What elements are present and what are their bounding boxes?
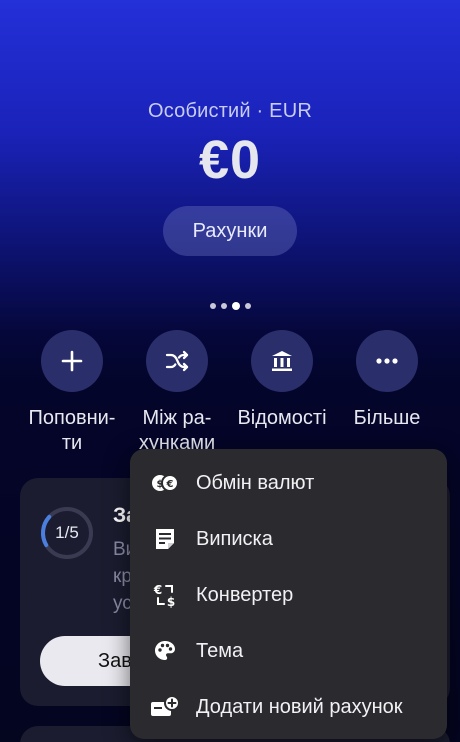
page-dot — [220, 303, 227, 309]
menu-item-converter[interactable]: € $ Конвертер — [130, 567, 447, 623]
action-more[interactable]: Більше — [332, 330, 442, 431]
action-top-up[interactable]: Поповни- ти — [17, 330, 127, 456]
svg-text:$: $ — [167, 595, 175, 608]
converter-icon: € $ — [150, 580, 180, 610]
action-label: Відомості — [227, 406, 337, 431]
balance-amount: €0 — [198, 130, 262, 190]
menu-item-currency-exchange[interactable]: $ € Обмін валют — [130, 455, 447, 511]
action-circle[interactable] — [356, 330, 418, 392]
menu-item-theme[interactable]: Тема — [130, 623, 447, 679]
menu-item-label: Виписка — [196, 527, 273, 550]
accounts-button[interactable]: Рахунки — [163, 206, 297, 256]
action-label: Поповни- ти — [17, 406, 127, 456]
more-menu: $ € Обмін валют Виписка € $ Конвертер Те… — [130, 449, 447, 739]
account-header: Особистий · EUR €0 — [0, 100, 460, 191]
shuffle-icon — [165, 350, 189, 372]
action-circle[interactable] — [41, 330, 103, 392]
progress-text: 1/5 — [55, 523, 79, 542]
action-label-line: ти — [61, 432, 83, 454]
menu-item-label: Додати новий рахунок — [196, 695, 403, 718]
menu-item-add-account[interactable]: Додати новий рахунок — [130, 679, 447, 735]
menu-item-label: Тема — [196, 639, 244, 662]
svg-text:$: $ — [157, 479, 164, 490]
bank-icon — [272, 351, 292, 371]
statement-icon — [150, 524, 180, 554]
action-label-line: Більше — [353, 407, 421, 429]
currency-exchange-icon: $ € — [150, 468, 180, 498]
page-dot — [244, 303, 251, 309]
action-transfer-between-accounts[interactable]: Між ра- хунками — [122, 330, 232, 456]
plus-icon — [61, 350, 83, 372]
page-dot — [209, 303, 216, 309]
page-dot-active — [231, 302, 240, 310]
action-details[interactable]: Відомості — [227, 330, 337, 431]
svg-text:€: € — [166, 479, 174, 490]
action-circle[interactable] — [251, 330, 313, 392]
page-indicator — [0, 302, 460, 310]
menu-item-statement[interactable]: Виписка — [130, 511, 447, 567]
more-icon — [376, 358, 398, 364]
menu-item-label: Обмін валют — [196, 471, 315, 494]
svg-text:€: € — [153, 583, 162, 597]
menu-item-label: Конвертер — [196, 583, 294, 606]
palette-icon — [150, 636, 180, 666]
action-label-line: Поповни- — [28, 407, 116, 429]
account-label[interactable]: Особистий · EUR — [0, 100, 460, 123]
action-label-line: Між ра- — [142, 407, 212, 429]
action-label: Більше — [332, 406, 442, 431]
action-label-line: Відомості — [237, 407, 327, 429]
action-circle[interactable] — [146, 330, 208, 392]
add-account-icon — [150, 692, 180, 722]
